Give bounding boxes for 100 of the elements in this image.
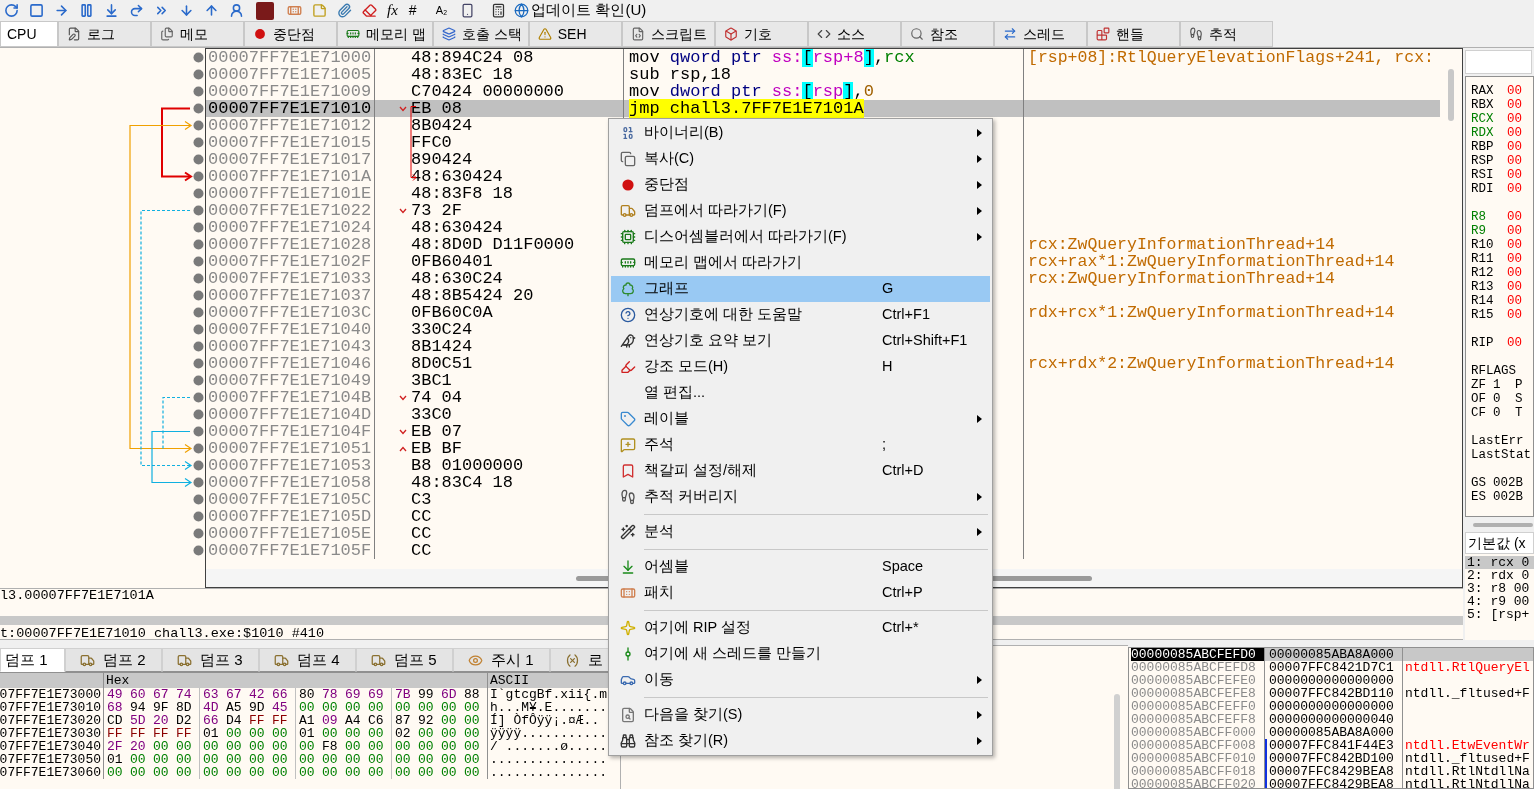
ascii-cell: / .......ø..... bbox=[490, 739, 608, 754]
flag-name: P bbox=[1515, 378, 1523, 392]
menu-item-label: 열 편집... bbox=[644, 383, 707, 403]
hex-byte: 00 bbox=[299, 740, 316, 753]
register-name: LastErr bbox=[1471, 434, 1524, 448]
hex-byte: 00 bbox=[130, 766, 147, 779]
menu-item-label: 디스어셈블러에서 따라가기(F) bbox=[644, 227, 848, 247]
hex-byte: 00 bbox=[464, 727, 481, 740]
comment-cell: ntdll._fltused+F bbox=[1405, 686, 1530, 701]
address-cell: 07FF7E1E73010 bbox=[0, 701, 101, 714]
hex-byte: C6 bbox=[368, 714, 385, 727]
hex-byte: 00 bbox=[272, 740, 289, 753]
address-cell: 00007FF7E1E7105C bbox=[208, 490, 372, 509]
address-cell: 00007FF7E1E71005 bbox=[208, 65, 372, 84]
register-name: R9 bbox=[1471, 224, 1487, 238]
hex-byte: FF bbox=[249, 714, 266, 727]
menu-item-label: 바이너리(B) bbox=[644, 123, 725, 143]
register-name: ES bbox=[1471, 490, 1487, 504]
ascii-cell: ÿÿÿÿ........... bbox=[490, 726, 608, 741]
hex-byte: 00 bbox=[203, 766, 220, 779]
shortcut-text: Ctrl+D bbox=[882, 462, 924, 479]
menu-item-label: 여기에 RIP 설정 bbox=[644, 618, 752, 638]
bytes-cell: FFC0 bbox=[411, 134, 452, 151]
address-cell: 00007FF7E1E71024 bbox=[208, 218, 372, 237]
bytes-cell: 74 04 bbox=[411, 389, 462, 406]
address-cell: 07FF7E1E73050 bbox=[0, 753, 101, 766]
flag-name: S bbox=[1515, 392, 1523, 406]
hex-byte: CD bbox=[107, 714, 124, 727]
register-value: 0 bbox=[1493, 406, 1502, 420]
hex-byte: 9F bbox=[153, 701, 170, 714]
address-cell: 00007FF7E1E71033 bbox=[208, 269, 372, 288]
bytes-cell: CC bbox=[411, 542, 432, 559]
hex-byte: 00 bbox=[368, 727, 385, 740]
register-name: ZF bbox=[1471, 378, 1487, 392]
hex-byte: 6D bbox=[441, 688, 458, 701]
address-cell: 00007FF7E1E71049 bbox=[208, 371, 372, 390]
hex-byte: A1 bbox=[299, 714, 316, 727]
value-cell: 0000000000000040 bbox=[1269, 712, 1394, 727]
hex-byte: 00 bbox=[418, 766, 435, 779]
register-value: 00 bbox=[1507, 210, 1522, 224]
address-cell: 00007FF7E1E7104B bbox=[208, 388, 372, 407]
shortcut-text: H bbox=[882, 358, 893, 375]
bytes-cell: 48:83EC 18 bbox=[411, 66, 514, 83]
address-cell: 00000085ABCFF008 bbox=[1131, 738, 1256, 753]
hex-byte: 00 bbox=[153, 753, 170, 766]
hex-byte: 00 bbox=[441, 701, 458, 714]
hex-byte: 00 bbox=[322, 766, 339, 779]
hex-byte: 42 bbox=[249, 688, 266, 701]
hex-byte: 49 bbox=[107, 688, 124, 701]
register-value: 002B bbox=[1493, 476, 1523, 490]
register-name: RSP bbox=[1471, 154, 1495, 168]
hex-byte: 00 bbox=[368, 740, 385, 753]
shortcut-text: Ctrl+* bbox=[882, 619, 919, 636]
value-cell: 00007FFC8421D7C1 bbox=[1269, 660, 1394, 675]
hex-byte: 00 bbox=[345, 766, 362, 779]
hex-byte: 00 bbox=[395, 766, 412, 779]
hex-byte: 94 bbox=[130, 701, 147, 714]
address-cell: 00007FF7E1E71010 bbox=[208, 99, 372, 118]
register-name: R13 bbox=[1471, 280, 1495, 294]
hex-byte: 00 bbox=[441, 727, 458, 740]
register-name: R10 bbox=[1471, 238, 1495, 252]
comment-text: rcx:ZwQueryInformationThread+14 bbox=[1028, 235, 1335, 254]
hex-byte: 00 bbox=[249, 740, 266, 753]
hex-byte: 78 bbox=[322, 688, 339, 701]
hex-byte: 00 bbox=[345, 753, 362, 766]
register-value: 00 bbox=[1507, 308, 1522, 322]
address-cell: 00000085ABCFF018 bbox=[1131, 764, 1256, 779]
menu-item-label: 다음을 찾기(S) bbox=[644, 705, 744, 725]
bytes-cell: CC bbox=[411, 525, 432, 542]
menu-item-label: 덤프에서 따라가기(F) bbox=[644, 201, 788, 221]
hex-byte: 00 bbox=[464, 701, 481, 714]
address-cell: 00007FF7E1E71000 bbox=[208, 49, 372, 67]
shortcut-text: Ctrl+F1 bbox=[882, 306, 930, 323]
comment-text: rcx:ZwQueryInformationThread+14 bbox=[1028, 269, 1335, 288]
register-name: RIP bbox=[1471, 336, 1495, 350]
hex-byte: 5D bbox=[130, 714, 147, 727]
hex-byte: 00 bbox=[249, 727, 266, 740]
hex-byte: 00 bbox=[441, 753, 458, 766]
hex-byte: FF bbox=[272, 714, 289, 727]
bytes-cell: 33C0 bbox=[411, 406, 452, 423]
ascii-cell: ............... bbox=[490, 752, 608, 767]
address-cell: 00007FF7E1E7104D bbox=[208, 405, 372, 424]
address-cell: 00007FF7E1E71040 bbox=[208, 320, 372, 339]
menu-item-label: 이동 bbox=[644, 670, 675, 690]
hex-byte: 00 bbox=[418, 701, 435, 714]
shortcut-text: Ctrl+Shift+F1 bbox=[882, 332, 968, 349]
hex-byte: 00 bbox=[418, 727, 435, 740]
bytes-cell: EB 07 bbox=[411, 423, 462, 440]
hex-byte: 00 bbox=[322, 701, 339, 714]
register-value: 0 bbox=[1493, 392, 1502, 406]
bytes-cell: 48:630424 bbox=[411, 168, 503, 185]
hex-byte: 88 bbox=[464, 688, 481, 701]
value-cell: 0000000000000000 bbox=[1269, 673, 1394, 688]
menu-item-label: 레이블 bbox=[644, 409, 690, 429]
comment-cell: ntdll.RtlNtdllNa bbox=[1405, 777, 1530, 788]
register-name: GS bbox=[1471, 476, 1487, 490]
hex-byte: A5 bbox=[226, 701, 243, 714]
bytes-cell: 8B0424 bbox=[411, 117, 473, 134]
comment-cell: ntdll._fltused+F bbox=[1405, 751, 1530, 766]
register-name: RDX bbox=[1471, 126, 1495, 140]
